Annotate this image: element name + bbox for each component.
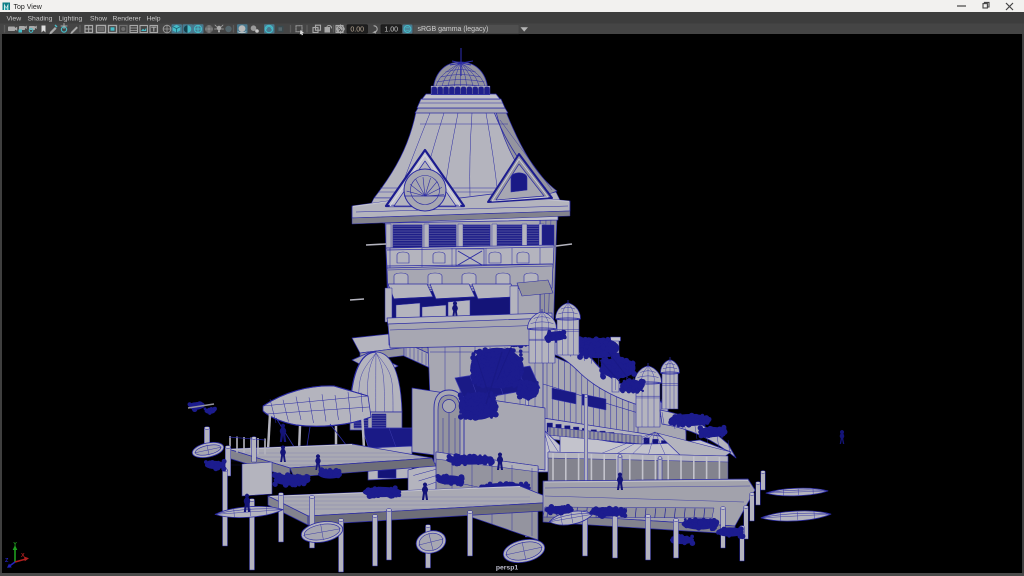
svg-text:Y: Y (13, 542, 17, 548)
svg-text:Renderer: Renderer (113, 16, 142, 23)
svg-text:persp1: persp1 (496, 565, 519, 572)
svg-text:Help: Help (147, 16, 161, 23)
svg-text:sRGB gamma (legacy): sRGB gamma (legacy) (418, 26, 489, 33)
svg-text:View: View (7, 16, 22, 23)
svg-text:Top View: Top View (14, 4, 43, 11)
svg-text:Shading: Shading (28, 16, 53, 23)
svg-text:1.00: 1.00 (384, 26, 398, 33)
svg-text:Show: Show (90, 16, 107, 23)
svg-text:Lighting: Lighting (59, 16, 83, 23)
svg-text:0.00: 0.00 (350, 26, 364, 33)
svg-text:X: X (21, 553, 25, 559)
